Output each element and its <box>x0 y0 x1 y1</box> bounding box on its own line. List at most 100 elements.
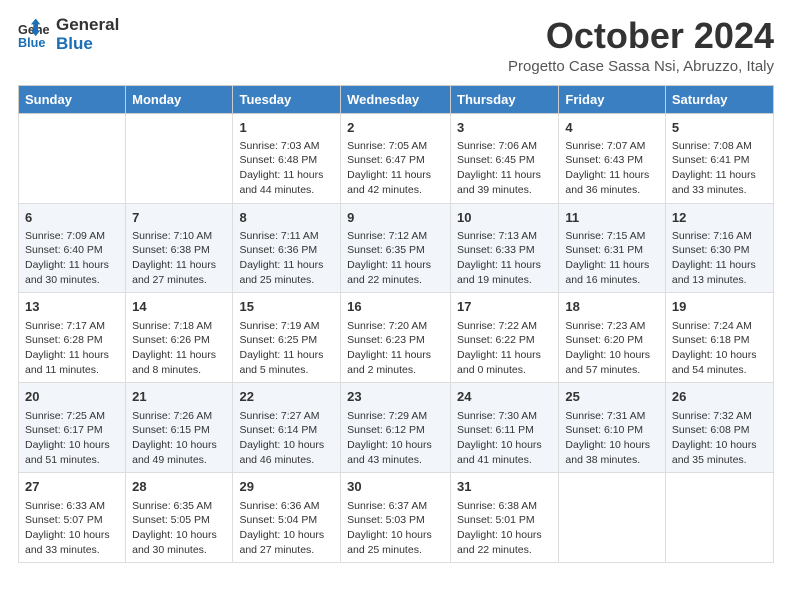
calendar-cell: 1 Sunrise: 7:03 AM Sunset: 6:48 PM Daylig… <box>233 113 341 203</box>
day-info: Sunrise: 7:20 AM Sunset: 6:23 PM Dayligh… <box>347 319 444 378</box>
day-number: 19 <box>672 298 767 316</box>
day-info: Sunrise: 7:16 AM Sunset: 6:30 PM Dayligh… <box>672 229 767 288</box>
calendar-cell: 4 Sunrise: 7:07 AM Sunset: 6:43 PM Daylig… <box>559 113 665 203</box>
calendar-cell: 19 Sunrise: 7:24 AM Sunset: 6:18 PM Dayli… <box>665 293 773 383</box>
calendar-cell: 24 Sunrise: 7:30 AM Sunset: 6:11 PM Dayli… <box>451 383 559 473</box>
day-number: 16 <box>347 298 444 316</box>
calendar-cell <box>665 473 773 563</box>
day-number: 4 <box>565 119 658 137</box>
day-number: 6 <box>25 209 119 227</box>
day-number: 3 <box>457 119 552 137</box>
day-info: Sunrise: 7:22 AM Sunset: 6:22 PM Dayligh… <box>457 319 552 378</box>
logo: General Blue General Blue <box>18 16 119 53</box>
day-number: 29 <box>239 478 334 496</box>
day-info: Sunrise: 7:12 AM Sunset: 6:35 PM Dayligh… <box>347 229 444 288</box>
title-block: October 2024 Progetto Case Sassa Nsi, Ab… <box>508 16 774 75</box>
day-info: Sunrise: 7:15 AM Sunset: 6:31 PM Dayligh… <box>565 229 658 288</box>
day-info: Sunrise: 7:32 AM Sunset: 6:08 PM Dayligh… <box>672 409 767 468</box>
day-info: Sunrise: 6:33 AM Sunset: 5:07 PM Dayligh… <box>25 499 119 558</box>
calendar-cell: 15 Sunrise: 7:19 AM Sunset: 6:25 PM Dayli… <box>233 293 341 383</box>
calendar-cell: 21Sunrise: 7:26 AM Sunset: 6:15 PM Dayli… <box>126 383 233 473</box>
day-number: 13 <box>25 298 119 316</box>
logo-text-line1: General <box>56 16 119 35</box>
day-info: Sunrise: 7:30 AM Sunset: 6:11 PM Dayligh… <box>457 409 552 468</box>
calendar-week-row: 27 Sunrise: 6:33 AM Sunset: 5:07 PM Dayli… <box>19 473 774 563</box>
header-day-thursday: Thursday <box>451 85 559 113</box>
svg-text:Blue: Blue <box>18 35 45 49</box>
header-day-sunday: Sunday <box>19 85 126 113</box>
day-info: Sunrise: 7:17 AM Sunset: 6:28 PM Dayligh… <box>25 319 119 378</box>
day-number: 24 <box>457 388 552 406</box>
day-number: 15 <box>239 298 334 316</box>
calendar-cell <box>126 113 233 203</box>
calendar-week-row: 13 Sunrise: 7:17 AM Sunset: 6:28 PM Dayli… <box>19 293 774 383</box>
day-number: 2 <box>347 119 444 137</box>
day-number: 28 <box>132 478 226 496</box>
day-number: 11 <box>565 209 658 227</box>
day-number: 8 <box>239 209 334 227</box>
day-number: 10 <box>457 209 552 227</box>
calendar-table: SundayMondayTuesdayWednesdayThursdayFrid… <box>18 85 774 564</box>
calendar-cell: 10Sunrise: 7:13 AM Sunset: 6:33 PM Dayli… <box>451 203 559 293</box>
day-info: Sunrise: 7:08 AM Sunset: 6:41 PM Dayligh… <box>672 139 767 198</box>
header-day-monday: Monday <box>126 85 233 113</box>
calendar-cell: 22Sunrise: 7:27 AM Sunset: 6:14 PM Dayli… <box>233 383 341 473</box>
day-info: Sunrise: 7:09 AM Sunset: 6:40 PM Dayligh… <box>25 229 119 288</box>
day-number: 27 <box>25 478 119 496</box>
calendar-cell: 16 Sunrise: 7:20 AM Sunset: 6:23 PM Dayli… <box>341 293 451 383</box>
day-number: 30 <box>347 478 444 496</box>
calendar-cell: 17 Sunrise: 7:22 AM Sunset: 6:22 PM Dayli… <box>451 293 559 383</box>
calendar-cell: 14 Sunrise: 7:18 AM Sunset: 6:26 PM Dayli… <box>126 293 233 383</box>
day-info: Sunrise: 6:38 AM Sunset: 5:01 PM Dayligh… <box>457 499 552 558</box>
calendar-cell: 29 Sunrise: 6:36 AM Sunset: 5:04 PM Dayli… <box>233 473 341 563</box>
calendar-cell: 26 Sunrise: 7:32 AM Sunset: 6:08 PM Dayli… <box>665 383 773 473</box>
day-number: 23 <box>347 388 444 406</box>
calendar-cell: 18Sunrise: 7:23 AM Sunset: 6:20 PM Dayli… <box>559 293 665 383</box>
day-number: 5 <box>672 119 767 137</box>
day-info: Sunrise: 7:05 AM Sunset: 6:47 PM Dayligh… <box>347 139 444 198</box>
calendar-cell: 27 Sunrise: 6:33 AM Sunset: 5:07 PM Dayli… <box>19 473 126 563</box>
calendar-cell: 30Sunrise: 6:37 AM Sunset: 5:03 PM Dayli… <box>341 473 451 563</box>
subtitle: Progetto Case Sassa Nsi, Abruzzo, Italy <box>508 58 774 75</box>
day-info: Sunrise: 7:03 AM Sunset: 6:48 PM Dayligh… <box>239 139 334 198</box>
day-number: 9 <box>347 209 444 227</box>
day-number: 14 <box>132 298 226 316</box>
day-number: 17 <box>457 298 552 316</box>
page: General Blue General Blue October 2024 P… <box>0 0 792 579</box>
calendar-cell: 5 Sunrise: 7:08 AM Sunset: 6:41 PM Daylig… <box>665 113 773 203</box>
logo-text-line2: Blue <box>56 35 119 54</box>
calendar-header-row: SundayMondayTuesdayWednesdayThursdayFrid… <box>19 85 774 113</box>
header-day-friday: Friday <box>559 85 665 113</box>
day-number: 26 <box>672 388 767 406</box>
calendar-week-row: 6 Sunrise: 7:09 AM Sunset: 6:40 PM Daylig… <box>19 203 774 293</box>
day-info: Sunrise: 7:29 AM Sunset: 6:12 PM Dayligh… <box>347 409 444 468</box>
header-day-wednesday: Wednesday <box>341 85 451 113</box>
calendar-cell: 20Sunrise: 7:25 AM Sunset: 6:17 PM Dayli… <box>19 383 126 473</box>
day-info: Sunrise: 7:07 AM Sunset: 6:43 PM Dayligh… <box>565 139 658 198</box>
calendar-week-row: 20Sunrise: 7:25 AM Sunset: 6:17 PM Dayli… <box>19 383 774 473</box>
calendar-cell: 9 Sunrise: 7:12 AM Sunset: 6:35 PM Daylig… <box>341 203 451 293</box>
day-info: Sunrise: 7:24 AM Sunset: 6:18 PM Dayligh… <box>672 319 767 378</box>
day-info: Sunrise: 6:36 AM Sunset: 5:04 PM Dayligh… <box>239 499 334 558</box>
calendar-cell <box>559 473 665 563</box>
calendar-cell: 25Sunrise: 7:31 AM Sunset: 6:10 PM Dayli… <box>559 383 665 473</box>
day-info: Sunrise: 7:25 AM Sunset: 6:17 PM Dayligh… <box>25 409 119 468</box>
calendar-cell: 8Sunrise: 7:11 AM Sunset: 6:36 PM Daylig… <box>233 203 341 293</box>
calendar-cell <box>19 113 126 203</box>
day-info: Sunrise: 7:31 AM Sunset: 6:10 PM Dayligh… <box>565 409 658 468</box>
day-number: 1 <box>239 119 334 137</box>
day-info: Sunrise: 7:06 AM Sunset: 6:45 PM Dayligh… <box>457 139 552 198</box>
day-number: 22 <box>239 388 334 406</box>
day-info: Sunrise: 6:35 AM Sunset: 5:05 PM Dayligh… <box>132 499 226 558</box>
calendar-week-row: 1 Sunrise: 7:03 AM Sunset: 6:48 PM Daylig… <box>19 113 774 203</box>
day-info: Sunrise: 7:18 AM Sunset: 6:26 PM Dayligh… <box>132 319 226 378</box>
day-number: 7 <box>132 209 226 227</box>
calendar-cell: 7Sunrise: 7:10 AM Sunset: 6:38 PM Daylig… <box>126 203 233 293</box>
calendar-cell: 3 Sunrise: 7:06 AM Sunset: 6:45 PM Daylig… <box>451 113 559 203</box>
header-day-tuesday: Tuesday <box>233 85 341 113</box>
calendar-cell: 12Sunrise: 7:16 AM Sunset: 6:30 PM Dayli… <box>665 203 773 293</box>
day-number: 31 <box>457 478 552 496</box>
calendar-body: 1 Sunrise: 7:03 AM Sunset: 6:48 PM Daylig… <box>19 113 774 563</box>
calendar-cell: 31 Sunrise: 6:38 AM Sunset: 5:01 PM Dayli… <box>451 473 559 563</box>
day-info: Sunrise: 7:19 AM Sunset: 6:25 PM Dayligh… <box>239 319 334 378</box>
